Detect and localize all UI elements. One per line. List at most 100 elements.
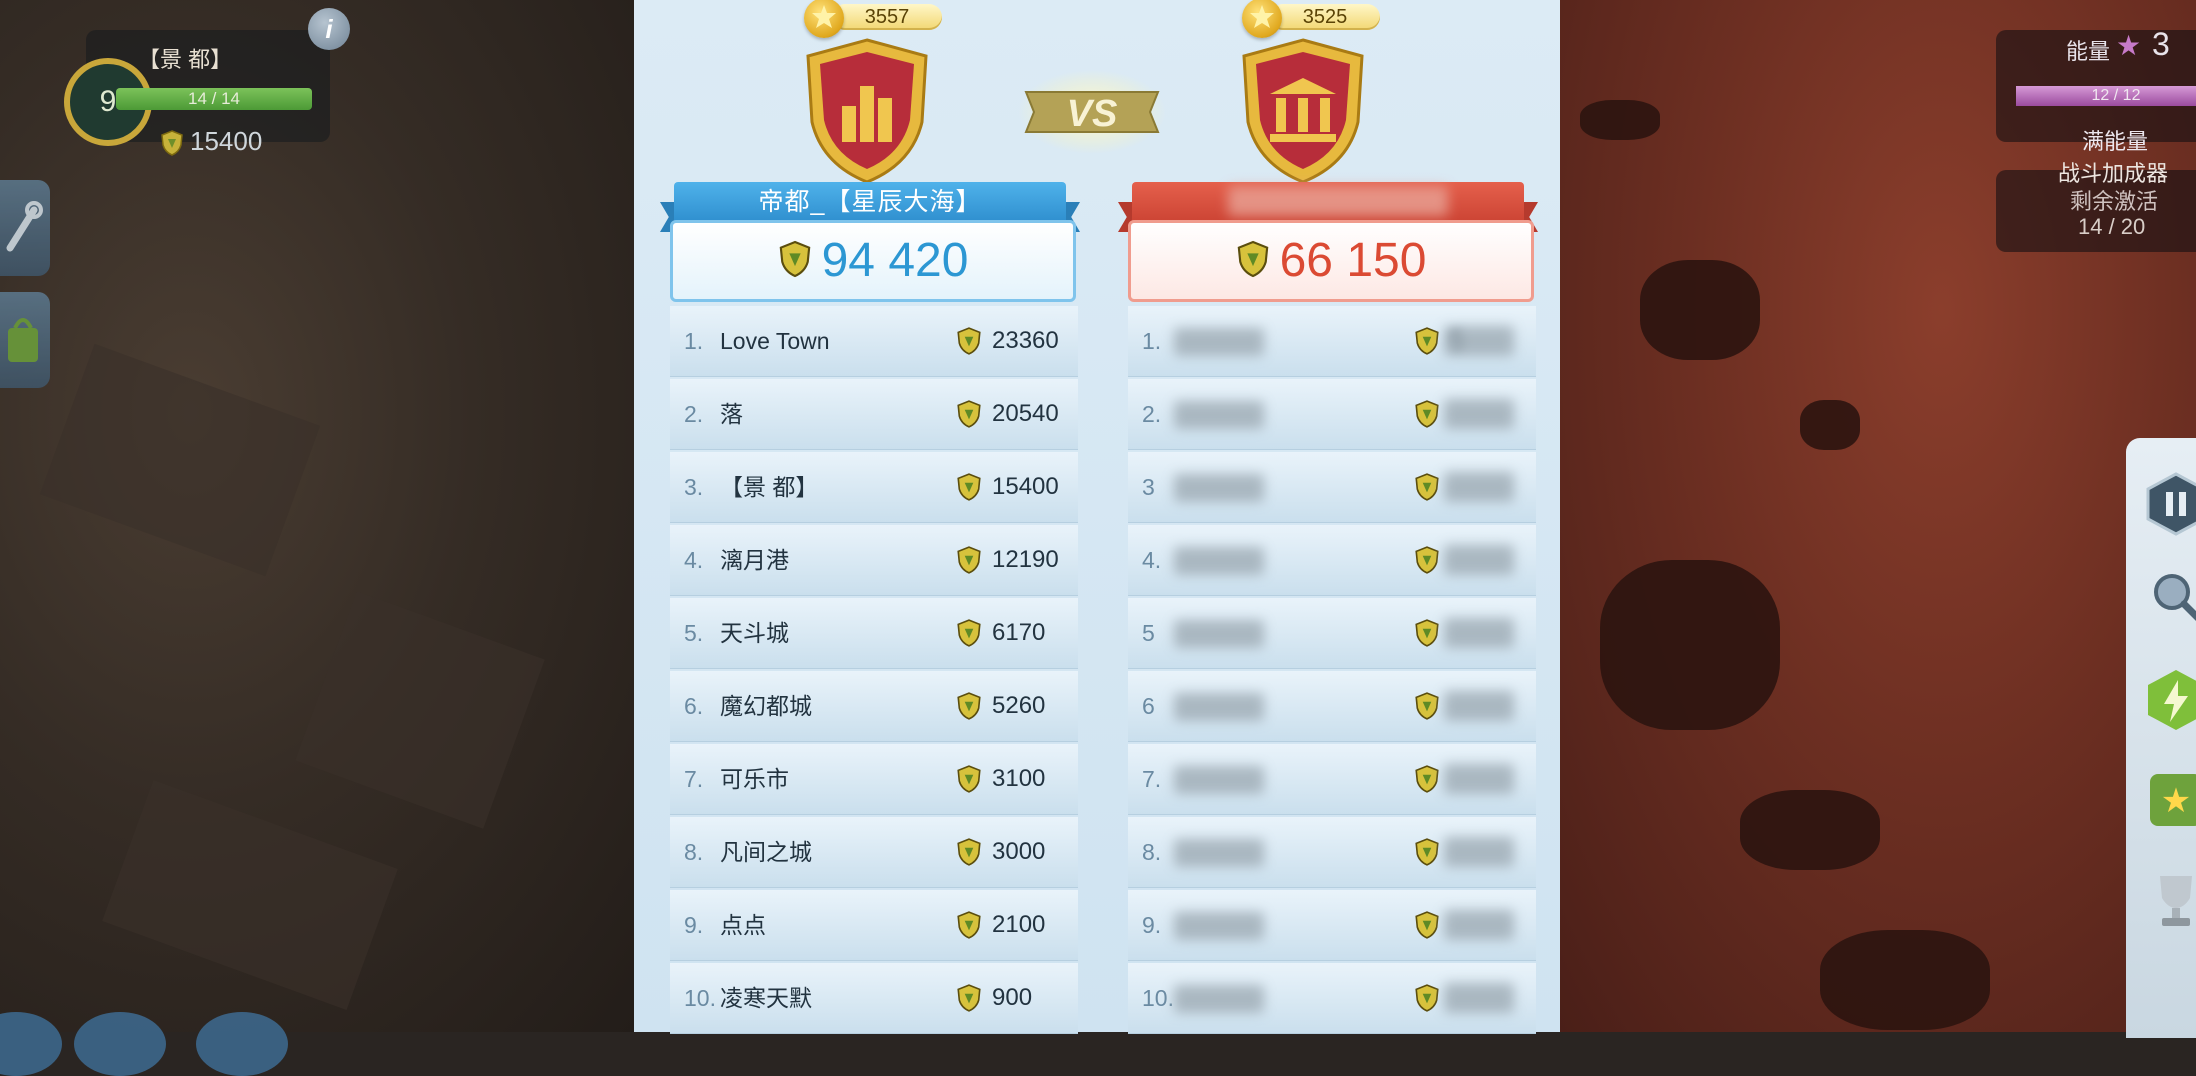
city-status-panel[interactable]: 【景 都】 9 14 / 14 15400	[64, 30, 330, 156]
team-left-member-list: 1. Love Town 23360 2. 落 20540 3. 【景 都】 15400 4. 漓月…	[670, 306, 1078, 1036]
svg-text:★: ★	[2161, 782, 2191, 820]
city-name: 【景 都】	[138, 47, 233, 72]
member-rank: 5.	[684, 620, 704, 646]
trophy-button[interactable]	[2144, 868, 2196, 936]
member-name-redacted	[1174, 766, 1264, 794]
team-right-total-value: 66 150	[1279, 234, 1427, 287]
member-name: 可乐市	[720, 766, 789, 792]
member-row[interactable]: 1.5	[1128, 306, 1536, 377]
member-points-redacted	[1444, 472, 1514, 502]
shield-points-icon	[956, 984, 982, 1017]
energy-bar: 12 / 12	[2016, 86, 2196, 106]
shield-points-icon	[1414, 546, 1440, 579]
member-row[interactable]: 4.	[1128, 525, 1536, 596]
member-row[interactable]: 1. Love Town 23360	[670, 306, 1078, 377]
member-row[interactable]: 8.	[1128, 817, 1536, 888]
info-icon[interactable]: i	[308, 8, 350, 50]
member-rank: 1.	[1142, 328, 1162, 354]
team-right: 3525 66 150 1.5 2. 3 4. 5 6 7. 8. 9. 10.	[1112, 0, 1544, 1034]
team-right-member-list: 1.5 2. 3 4. 5 6 7. 8. 9. 10.	[1128, 306, 1536, 1036]
team-left-name: 帝都_【星辰大海】	[758, 188, 982, 216]
member-name-redacted	[1174, 693, 1264, 721]
shield-points-icon	[956, 473, 982, 506]
member-row[interactable]: 6	[1128, 671, 1536, 742]
member-row[interactable]: 8. 凡间之城 3000	[670, 817, 1078, 888]
member-points-redacted	[1444, 983, 1514, 1013]
shield-points-icon	[1414, 838, 1440, 871]
member-rank: 4.	[684, 547, 704, 573]
member-row[interactable]: 10.	[1128, 963, 1536, 1034]
member-points: 5260	[992, 692, 1046, 719]
member-rank: 6	[1142, 693, 1155, 719]
energy-boost-button[interactable]	[2144, 668, 2196, 736]
shield-points-icon	[1237, 241, 1268, 278]
member-row[interactable]: 4. 漓月港 12190	[670, 525, 1078, 596]
member-points: 2100	[992, 911, 1046, 938]
team-right-stars-value: 3525	[1270, 4, 1380, 30]
member-row[interactable]: 9. 点点 2100	[670, 890, 1078, 961]
shopping-bag-icon	[8, 318, 38, 362]
member-points-redacted	[1444, 764, 1514, 794]
shield-points-icon	[779, 241, 810, 278]
shield-points-icon	[1414, 692, 1440, 725]
energy-full-label: 满能量	[2082, 129, 2149, 154]
background-left-terrain	[0, 0, 634, 1032]
team-right-total-score: 66 150	[1128, 220, 1534, 302]
member-row[interactable]: 2. 落 20540	[670, 379, 1078, 450]
team-left-stars: 3557	[804, 0, 944, 38]
member-row[interactable]: 10. 凌寒天默 900	[670, 963, 1078, 1034]
member-row[interactable]: 7.	[1128, 744, 1536, 815]
energy-label: 能量	[2066, 39, 2111, 64]
member-rank: 7.	[684, 766, 704, 792]
shield-points-icon	[956, 911, 982, 944]
shield-points-icon	[1414, 765, 1440, 798]
shield-points-icon	[1414, 911, 1440, 944]
member-row[interactable]: 3	[1128, 452, 1536, 523]
achievements-button[interactable]: ★	[2144, 768, 2196, 836]
shield-points-icon	[1414, 400, 1440, 433]
member-points: 15400	[992, 473, 1059, 500]
shield-points-icon	[1414, 984, 1440, 1017]
booster-remaining-label: 剩余激活	[2070, 189, 2159, 214]
energy-panel[interactable]: 能量 ★ 3 12 / 12 满能量	[1996, 26, 2196, 154]
member-points: 23360	[992, 327, 1059, 354]
member-rank: 10.	[1142, 985, 1174, 1011]
member-row[interactable]: 3. 【景 都】 15400	[670, 452, 1078, 523]
member-rank: 10.	[684, 985, 716, 1011]
bottom-menu-bubble-3[interactable]	[196, 1012, 288, 1076]
member-name: 凌寒天默	[720, 985, 812, 1011]
pause-icon	[2146, 472, 2196, 536]
build-tools-button[interactable]	[0, 180, 50, 276]
member-points-redacted	[1444, 618, 1514, 648]
lightning-icon	[2148, 670, 2196, 730]
member-row[interactable]: 6. 魔幻都城 5260	[670, 671, 1078, 742]
city-crest-icon	[806, 38, 928, 184]
member-rank: 2.	[684, 401, 704, 427]
right-action-dock: ★	[2126, 438, 2196, 1038]
member-name: 【景 都】	[720, 474, 819, 500]
member-points: 3000	[992, 838, 1046, 865]
member-row[interactable]: 5	[1128, 598, 1536, 669]
shield-points-icon	[956, 327, 982, 360]
shield-points-icon	[956, 838, 982, 871]
energy-count: 3	[2152, 26, 2170, 62]
battle-booster-panel[interactable]: 战斗加成器 剩余激活 14 / 20	[1996, 161, 2196, 252]
member-rank: 3.	[684, 474, 704, 500]
member-points-redacted	[1444, 399, 1514, 429]
city-score-value: 15400	[190, 126, 263, 156]
member-name: 凡间之城	[720, 839, 812, 865]
population-bar-text: 14 / 14	[188, 89, 240, 108]
bottom-menu-bubble-2[interactable]	[74, 1012, 166, 1076]
city-hall-crest-icon	[1242, 38, 1364, 184]
member-name-redacted	[1174, 912, 1264, 940]
member-points-redacted	[1444, 326, 1514, 356]
member-row[interactable]: 9.	[1128, 890, 1536, 961]
pause-button[interactable]	[2144, 472, 2196, 540]
member-row[interactable]: 5. 天斗城 6170	[670, 598, 1078, 669]
population-bar: 14 / 14	[116, 88, 312, 110]
member-name-redacted	[1174, 474, 1264, 502]
member-row[interactable]: 7. 可乐市 3100	[670, 744, 1078, 815]
shop-button[interactable]	[0, 292, 50, 388]
search-button[interactable]	[2144, 566, 2196, 634]
member-row[interactable]: 2.	[1128, 379, 1536, 450]
